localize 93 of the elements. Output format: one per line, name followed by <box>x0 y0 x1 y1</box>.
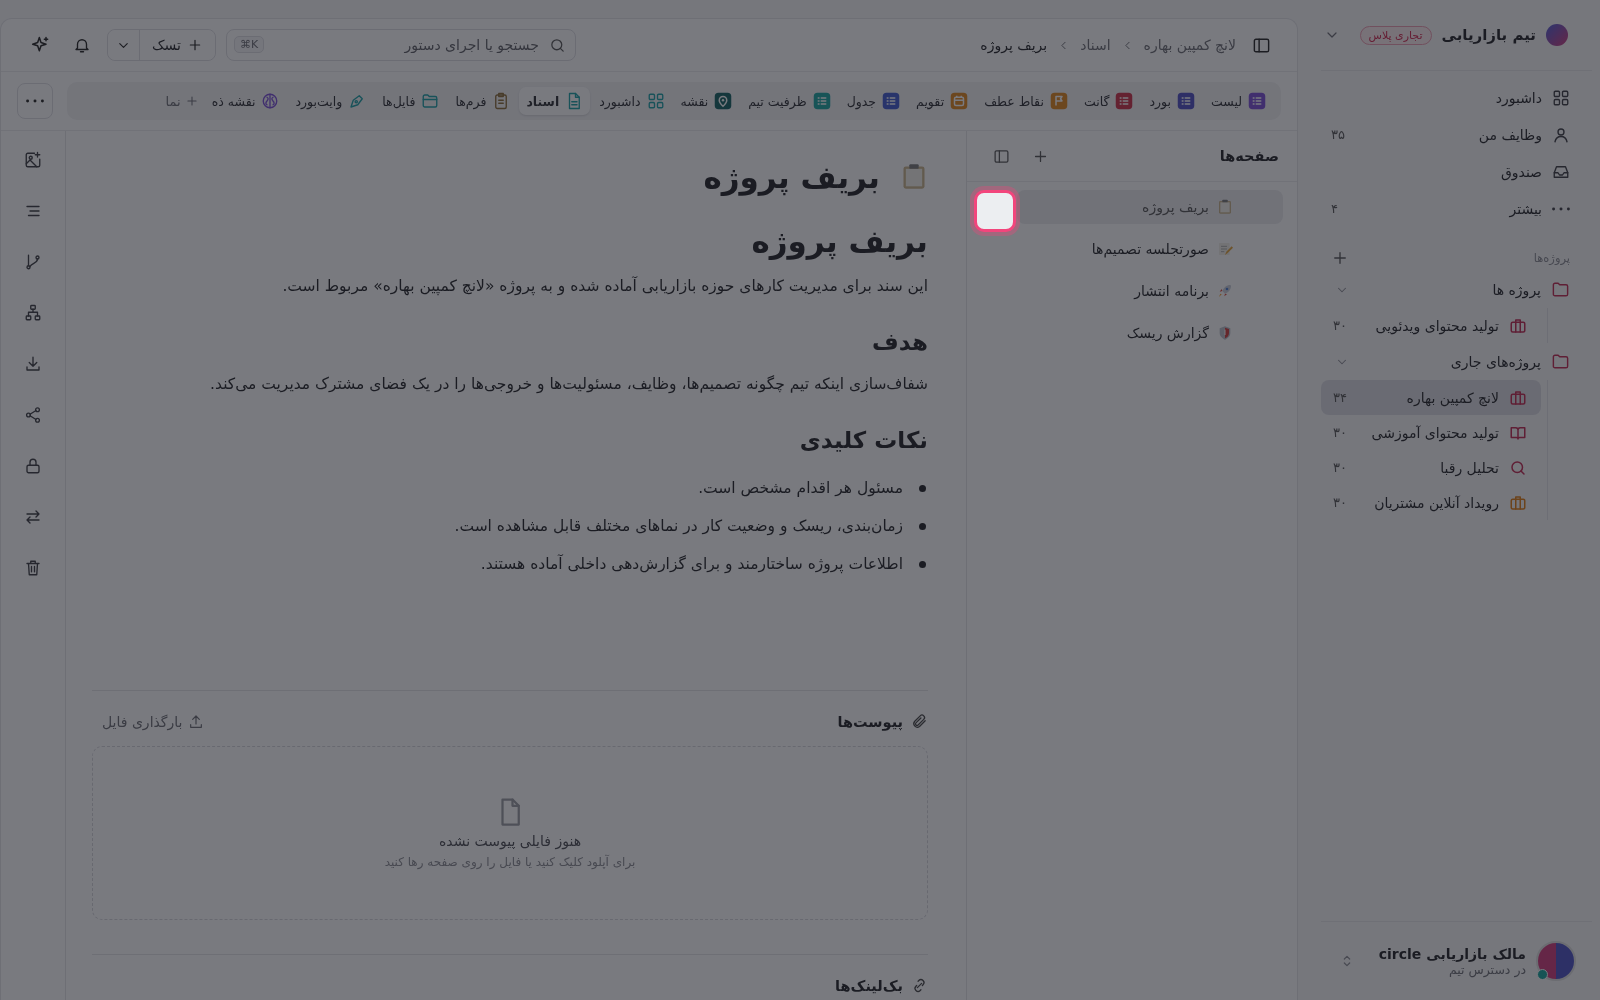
empty-title: هنوز فایلی پیوست نشده <box>439 833 581 849</box>
section-title: پیوست‌ها <box>837 713 903 730</box>
user-avatar[interactable] <box>1536 941 1576 981</box>
team-name[interactable]: تیم بازاریابی <box>1441 26 1536 44</box>
view-tab[interactable]: داشبورد <box>592 87 672 115</box>
plan-badge: تجاری پلاس <box>1359 25 1432 45</box>
user-name: مالک بازاریابی circle <box>1378 945 1526 962</box>
user-icon <box>1552 125 1570 144</box>
heading: بریف پروژه <box>750 223 928 259</box>
paragraph: این سند برای مدیریت کارهای حوزه بازاریابی آماده شده و به پروژه «لانچ کمپین بهاره» مربوط است. <box>281 275 928 298</box>
upload-link[interactable]: بارگذاری فایل <box>92 713 215 730</box>
folder-item[interactable]: پروژه ها <box>1307 271 1600 308</box>
view-tab[interactable]: لیست <box>1204 87 1273 115</box>
share-icon <box>24 406 42 424</box>
list-item: مسئول هر اقدام مشخص است. <box>698 479 903 497</box>
more-icon <box>26 99 44 103</box>
bullet-icon <box>919 522 926 530</box>
subheading: هدف <box>871 329 928 355</box>
nav-item[interactable]: داشبورد <box>1307 79 1600 116</box>
view-tab[interactable]: نقاط عطف <box>977 87 1075 115</box>
project-item[interactable]: لانچ کمپین بهاره ۳۴ <box>1321 380 1541 415</box>
page-item[interactable]: گزارش ریسک <box>1017 316 1283 350</box>
bullet-icon <box>919 484 926 492</box>
subheading: نکات کلیدی <box>798 427 928 453</box>
clipboard-icon <box>1217 199 1233 215</box>
list-item: زمان‌بندی، ریسک و وضعیت کار در نماهای مختلف قابل مشاهده است. <box>454 517 903 535</box>
plus-icon <box>1331 249 1349 267</box>
view-tab[interactable]: فایل‌ها <box>375 87 447 115</box>
spotlight-highlight <box>974 190 1016 232</box>
download-icon <box>24 355 42 373</box>
item-count: ۳۰ <box>1333 460 1347 475</box>
project-item[interactable]: تولید محتوای آموزشی ۳۰ <box>1321 415 1541 450</box>
panel-title: صفحه‌ها <box>1219 148 1279 164</box>
item-count: ۳۰ <box>1333 495 1347 510</box>
image-add-icon <box>24 151 42 169</box>
item-count: ۳۰ <box>1333 318 1347 333</box>
list-item: اطلاعات پروژه ساختارمند و برای گزارش‌دهی داخلی آماده هستند. <box>480 555 903 573</box>
panel-icon <box>1252 35 1271 55</box>
view-tab[interactable]: وایت‌بورد <box>288 87 374 115</box>
item-count: ۳۴ <box>1333 390 1347 405</box>
page-item[interactable]: برنامه انتشار <box>1017 274 1283 308</box>
bullet-icon <box>919 560 926 568</box>
breadcrumb-link[interactable]: لانچ کمپین بهاره <box>1143 37 1236 53</box>
add-view-button[interactable]: نما <box>161 88 203 114</box>
branch-icon <box>24 253 42 271</box>
item-count: ۳۰ <box>1333 425 1347 440</box>
view-tab[interactable]: تقویم <box>909 87 976 115</box>
page-item[interactable]: بریف پروژه <box>1017 190 1283 224</box>
paperclip-icon <box>911 713 928 730</box>
paragraph: شفاف‌سازی اینکه تیم چگونه تصمیم‌ها، وظایف، مسئولیت‌ها و خروجی‌ها را در یک فضای مشترک مدیریت می‌کند. <box>209 374 928 396</box>
sparkle-icon <box>31 35 51 55</box>
lock-icon <box>24 457 42 475</box>
swap-icon <box>24 508 42 526</box>
view-tab[interactable]: ظرفیت تیم <box>741 87 838 115</box>
nav-item[interactable]: بیشتر ۴ <box>1307 190 1600 227</box>
hierarchy-icon <box>24 304 42 322</box>
panel-icon <box>993 147 1010 165</box>
user-status: در دسترس تیم <box>1448 961 1526 977</box>
view-tab[interactable]: نقشه ذه <box>204 87 287 115</box>
section-title: بک‌لینک‌ها <box>835 977 903 994</box>
status-dot <box>1537 969 1548 980</box>
trash-icon <box>24 559 42 577</box>
document-title: بریف پروژه <box>703 159 880 195</box>
view-tab[interactable]: جدول <box>839 87 908 115</box>
item-count: ۴ <box>1331 201 1338 216</box>
folder-icon <box>1551 280 1570 299</box>
project-item[interactable]: تحلیل رقبا ۳۰ <box>1321 450 1541 485</box>
grid-icon <box>1552 88 1570 107</box>
project-item[interactable]: رویداد آنلاین مشتریان ۳۰ <box>1321 485 1541 520</box>
page-item[interactable]: صورتجلسه تصمیم‌ها <box>1017 232 1283 266</box>
link-icon <box>911 977 928 994</box>
view-tab[interactable]: بورد <box>1142 87 1202 115</box>
memo-icon <box>1217 241 1233 257</box>
search-icon <box>548 37 566 54</box>
more-icon <box>1552 206 1570 211</box>
shortcut-hint: ⌘K <box>233 36 265 53</box>
upload-icon <box>188 713 205 730</box>
nav-item[interactable]: صندوق <box>1307 153 1600 190</box>
plus-icon <box>184 94 199 108</box>
breadcrumb-link[interactable]: اسناد <box>1080 37 1111 53</box>
team-logo <box>1546 24 1568 46</box>
nav-item[interactable]: وظایف من ۳۵ <box>1307 116 1600 153</box>
view-tab[interactable]: نقشه <box>673 87 740 115</box>
view-tab[interactable]: اسناد <box>519 87 591 115</box>
shield-icon <box>1217 325 1233 341</box>
folder-icon <box>1551 352 1570 371</box>
project-item[interactable]: تولید محتوای ویدئویی ۳۰ <box>1321 308 1541 343</box>
breadcrumb-link[interactable]: بریف پروژه <box>980 37 1048 53</box>
view-tab[interactable]: گانت <box>1076 87 1141 115</box>
item-count: ۳۵ <box>1331 127 1345 142</box>
view-tab[interactable]: فرم‌ها <box>448 87 518 115</box>
folder-item[interactable]: پروژه‌های جاری <box>1307 343 1600 380</box>
bell-icon <box>73 36 91 54</box>
